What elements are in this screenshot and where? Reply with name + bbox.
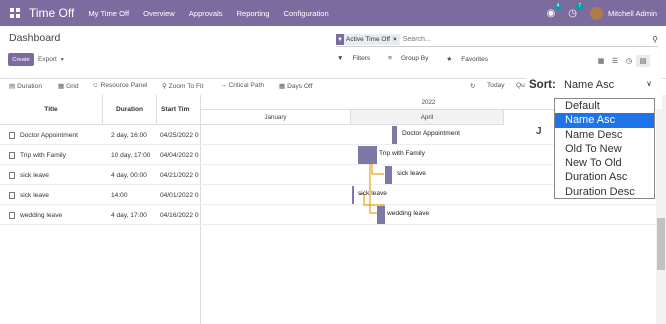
- groupby-label: Group By: [400, 55, 429, 62]
- gantt-bar-label: Trip with Family: [379, 150, 425, 157]
- sort-option-duration-desc[interactable]: Duration Desc: [555, 185, 654, 199]
- gantt-bar[interactable]: [392, 126, 397, 144]
- duration-toggle-label: Duration: [17, 83, 42, 90]
- days-off-toggle[interactable]: ▦ Days Off: [279, 82, 313, 90]
- create-button[interactable]: Create: [8, 53, 34, 66]
- sort-option-default[interactable]: Default: [555, 99, 654, 113]
- chat-badge: 4: [554, 2, 562, 10]
- critical-path-toggle[interactable]: → Critical Path: [220, 82, 264, 89]
- sort-label: Sort:: [529, 79, 556, 91]
- groupby-icon: ≡: [388, 55, 392, 62]
- search-icon[interactable]: ⚲: [652, 35, 658, 44]
- activity-clock-icon[interactable]: ◷ 7: [568, 2, 584, 19]
- filters-button[interactable]: ▼ Filters: [337, 55, 379, 63]
- gantt-bar-label: wedding leave: [387, 210, 430, 217]
- gantt-bar[interactable]: [377, 206, 385, 224]
- remove-facet-icon[interactable]: ×: [393, 36, 397, 43]
- filter-facet[interactable]: ▼ Active Time Off ×: [336, 34, 400, 45]
- grid-toggle-label: Grid: [66, 83, 79, 90]
- sort-option-duration-asc[interactable]: Duration Asc: [555, 170, 654, 184]
- filters-label: Filters: [352, 55, 371, 62]
- chevron-down-icon: ∨: [646, 79, 652, 88]
- breadcrumb: Dashboard: [9, 32, 61, 44]
- user-avatar[interactable]: [590, 6, 604, 20]
- sort-option-old-to-new[interactable]: Old To New: [555, 142, 654, 156]
- export-label: Export: [38, 56, 57, 63]
- menu-reporting[interactable]: Reporting: [237, 9, 270, 18]
- sort-option-new-to-old[interactable]: New To Old: [555, 156, 654, 170]
- gantt-view-icon[interactable]: ▤: [636, 55, 650, 67]
- sort-option-name-asc[interactable]: Name Asc: [555, 113, 654, 128]
- chat-icon[interactable]: ◉ 4: [547, 2, 562, 19]
- duration-toggle[interactable]: ▤ Duration: [9, 82, 42, 90]
- filter-small-icon: ▼: [337, 55, 344, 62]
- filter-icon: ▼: [336, 34, 344, 45]
- search-options: ▼ Filters ≡ Group By ★ Favorites: [337, 55, 506, 63]
- grid-icon: ▦: [58, 83, 67, 90]
- menu-approvals[interactable]: Approvals: [189, 9, 223, 18]
- sort-select[interactable]: Name Asc ∨: [559, 76, 658, 94]
- apps-menu-icon[interactable]: [10, 8, 20, 18]
- star-icon: ★: [446, 56, 453, 63]
- critical-path-label: Critical Path: [228, 82, 264, 89]
- table-icon: ▤: [9, 83, 18, 90]
- activity-view-icon[interactable]: ◷: [622, 55, 636, 67]
- favorites-button[interactable]: ★ Favorites: [446, 55, 497, 63]
- list-view-icon[interactable]: ☰: [608, 55, 622, 67]
- sort-option-name-desc[interactable]: Name Desc: [555, 128, 654, 142]
- partial-header-text: J: [536, 126, 542, 137]
- search-bar[interactable]: ▼ Active Time Off × ⚲: [336, 33, 658, 47]
- resource-panel-toggle[interactable]: ☺ Resource Panel: [92, 82, 148, 89]
- menu-overview[interactable]: Overview: [143, 9, 175, 18]
- menu-configuration[interactable]: Configuration: [284, 9, 329, 18]
- refresh-icon[interactable]: ↻: [470, 82, 476, 90]
- export-button[interactable]: Export ▼: [38, 53, 65, 66]
- today-button[interactable]: Today: [487, 82, 505, 89]
- vertical-scrollbar[interactable]: [656, 95, 666, 324]
- caret-down-icon: ▼: [59, 56, 65, 63]
- resource-panel-label: Resource Panel: [100, 82, 148, 89]
- zoom-icon: ⚲: [162, 83, 169, 90]
- search-input[interactable]: [402, 36, 623, 43]
- user-name[interactable]: Mitchell Admin: [608, 9, 657, 18]
- facet-label: Active Time Off: [346, 36, 390, 43]
- calendar-view-icon[interactable]: ▦: [594, 55, 608, 67]
- menu-my-time-off[interactable]: My Time Off: [88, 9, 129, 18]
- top-navbar: Time Off My Time Off Overview Approvals …: [0, 0, 666, 26]
- gantt-bar-label: Doctor Appointment: [402, 130, 460, 137]
- person-icon: ☺: [92, 82, 101, 89]
- gantt-bar-label: sick leave: [358, 190, 387, 197]
- calendar-icon: ▦: [279, 83, 288, 90]
- zoom-to-fit-button[interactable]: ⚲ Zoom To Fit: [162, 82, 203, 90]
- grid-toggle[interactable]: ▦ Grid: [58, 82, 79, 90]
- gantt-bar[interactable]: [352, 186, 354, 204]
- sort-options-list[interactable]: Default Name Asc Name Desc Old To New Ne…: [554, 98, 655, 199]
- view-switcher: ▦ ☰ ◷ ▤: [594, 55, 650, 67]
- gantt-bar[interactable]: [358, 146, 377, 164]
- quarter-button[interactable]: Qu: [516, 82, 525, 89]
- scrollbar-thumb[interactable]: [657, 218, 665, 270]
- groupby-button[interactable]: ≡ Group By: [388, 55, 437, 63]
- activity-badge: 7: [576, 2, 584, 10]
- favorites-label: Favorites: [461, 56, 488, 63]
- gantt-bar[interactable]: [385, 166, 392, 184]
- sort-selected-value: Name Asc: [564, 79, 615, 91]
- app-title[interactable]: Time Off: [29, 6, 74, 20]
- days-off-label: Days Off: [287, 83, 313, 90]
- gantt-bar-label: sick leave: [397, 170, 426, 177]
- zoom-to-fit-label: Zoom To Fit: [168, 83, 204, 90]
